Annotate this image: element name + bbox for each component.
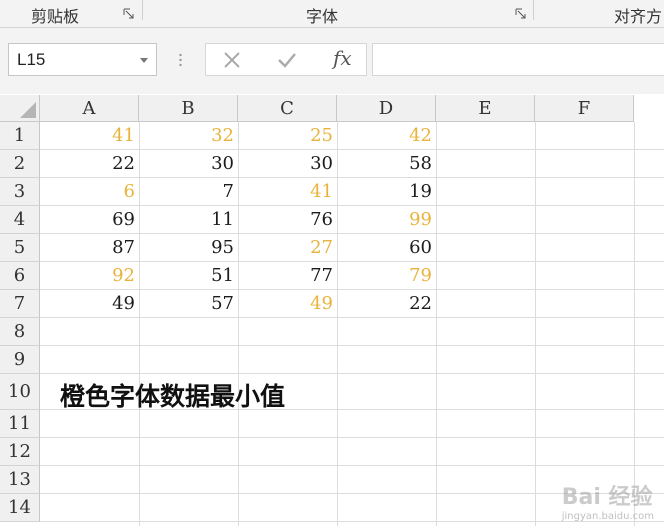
row-header-14[interactable]: 14 bbox=[0, 494, 40, 522]
row-header-2[interactable]: 2 bbox=[0, 150, 40, 178]
row-header-6[interactable]: 6 bbox=[0, 262, 40, 290]
cell-b5[interactable]: 95 bbox=[139, 234, 238, 262]
cell-a4[interactable]: 69 bbox=[40, 206, 139, 234]
cell-c7[interactable]: 49 bbox=[238, 290, 337, 318]
cell-a7[interactable]: 49 bbox=[40, 290, 139, 318]
row-header-5[interactable]: 5 bbox=[0, 234, 40, 262]
cell-a5[interactable]: 87 bbox=[40, 234, 139, 262]
enter-check-icon[interactable] bbox=[277, 51, 297, 69]
cell-b7[interactable]: 57 bbox=[139, 290, 238, 318]
formula-buttons: fx bbox=[205, 43, 367, 76]
gridline-horizontal bbox=[40, 437, 664, 438]
caption-text: 橙色字体数据最小值 bbox=[60, 382, 286, 411]
cell-c6[interactable]: 77 bbox=[238, 262, 337, 290]
cell-b2[interactable]: 30 bbox=[139, 150, 238, 178]
ribbon-divider bbox=[533, 0, 534, 20]
column-header-a[interactable]: A bbox=[40, 95, 139, 122]
cell-b6[interactable]: 51 bbox=[139, 262, 238, 290]
ribbon-divider bbox=[142, 0, 143, 20]
cancel-icon[interactable] bbox=[223, 51, 241, 69]
cell-d5[interactable]: 60 bbox=[337, 234, 436, 262]
row-header-8[interactable]: 8 bbox=[0, 318, 40, 346]
cell-a6[interactable]: 92 bbox=[40, 262, 139, 290]
watermark: Bai 经验 jingyan.baidu.com bbox=[562, 479, 654, 522]
row-header-12[interactable]: 12 bbox=[0, 438, 40, 466]
name-box[interactable]: L15 bbox=[8, 43, 157, 76]
cell-b4[interactable]: 11 bbox=[139, 206, 238, 234]
column-header-b[interactable]: B bbox=[139, 95, 238, 122]
cell-c2[interactable]: 30 bbox=[238, 150, 337, 178]
row-header-7[interactable]: 7 bbox=[0, 290, 40, 318]
cell-d3[interactable]: 19 bbox=[337, 178, 436, 206]
row-header-9[interactable]: 9 bbox=[0, 346, 40, 374]
ribbon-group-labels: 剪贴板 字体 对齐方 bbox=[0, 0, 664, 28]
cell-b1[interactable]: 32 bbox=[139, 122, 238, 150]
cell-d6[interactable]: 79 bbox=[337, 262, 436, 290]
cell-c4[interactable]: 76 bbox=[238, 206, 337, 234]
gridline-horizontal bbox=[40, 465, 664, 466]
cell-a3[interactable]: 6 bbox=[40, 178, 139, 206]
cell-a1[interactable]: 41 bbox=[40, 122, 139, 150]
ribbon-group-clipboard-label: 剪贴板 bbox=[31, 7, 80, 26]
formula-input[interactable] bbox=[372, 43, 664, 76]
column-header-c[interactable]: C bbox=[238, 95, 337, 122]
formula-bar: L15 fx bbox=[0, 28, 664, 94]
ribbon-group-alignment-label: 对齐方 bbox=[614, 7, 663, 26]
row-header-10[interactable]: 10 bbox=[0, 374, 40, 410]
spreadsheet-grid: ABCDEF 1 2 3 4 5 6 7 8 9 10 11 12 13 14 41 32 25 42 22 30 3… bbox=[0, 95, 664, 526]
column-header-e[interactable]: E bbox=[436, 95, 535, 122]
row-header-13[interactable]: 13 bbox=[0, 466, 40, 494]
cell-c5[interactable]: 27 bbox=[238, 234, 337, 262]
cell-d7[interactable]: 22 bbox=[337, 290, 436, 318]
row-header-3[interactable]: 3 bbox=[0, 178, 40, 206]
row-header-1[interactable]: 1 bbox=[0, 122, 40, 150]
cell-a2[interactable]: 22 bbox=[40, 150, 139, 178]
cell-c3[interactable]: 41 bbox=[238, 178, 337, 206]
cell-c1[interactable]: 25 bbox=[238, 122, 337, 150]
cell-d2[interactable]: 58 bbox=[337, 150, 436, 178]
cell-b3[interactable]: 7 bbox=[139, 178, 238, 206]
watermark-url: jingyan.baidu.com bbox=[561, 511, 654, 522]
row-header-11[interactable]: 11 bbox=[0, 410, 40, 438]
column-header-f[interactable]: F bbox=[535, 95, 634, 122]
chevron-down-icon[interactable] bbox=[140, 58, 148, 63]
clipboard-dialog-launcher-icon[interactable] bbox=[123, 8, 134, 19]
insert-function-icon[interactable]: fx bbox=[333, 46, 352, 70]
cell-d4[interactable]: 99 bbox=[337, 206, 436, 234]
row-header-4[interactable]: 4 bbox=[0, 206, 40, 234]
gridline-horizontal bbox=[40, 345, 664, 346]
select-all-triangle-icon bbox=[20, 102, 36, 118]
column-header-d[interactable]: D bbox=[337, 95, 436, 122]
font-dialog-launcher-icon[interactable] bbox=[515, 8, 526, 19]
gridline-horizontal bbox=[40, 373, 664, 374]
select-all-button[interactable] bbox=[0, 95, 40, 122]
cell-d1[interactable]: 42 bbox=[337, 122, 436, 150]
resize-handle-icon[interactable] bbox=[179, 53, 182, 67]
watermark-brand: Bai 经验 bbox=[561, 485, 653, 510]
ribbon-group-font-label: 字体 bbox=[306, 7, 339, 26]
name-box-value: L15 bbox=[17, 50, 46, 69]
